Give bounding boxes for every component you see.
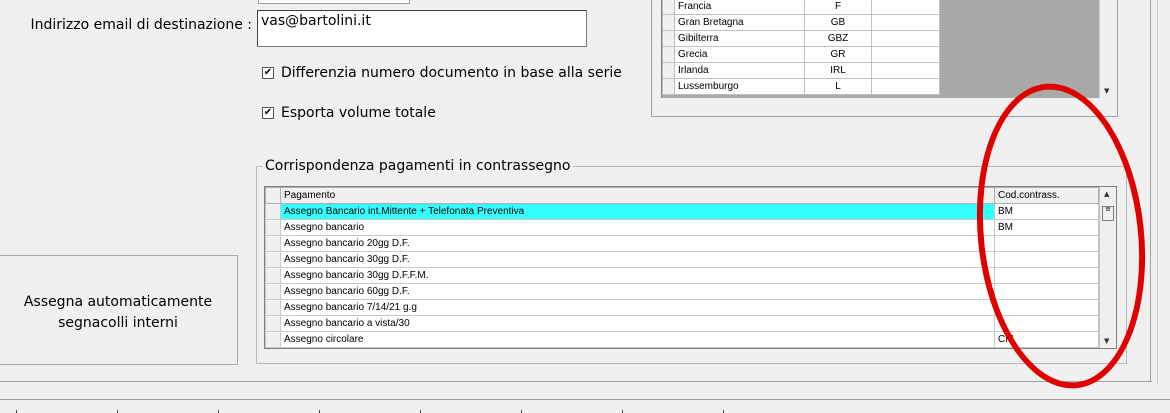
country-code[interactable]: GBZ <box>804 30 872 47</box>
scroll-thumb[interactable]: ≡ <box>1102 206 1114 221</box>
row-indicator <box>662 0 675 15</box>
email-label: Indirizzo email di destinazione : <box>30 17 252 33</box>
payment-row[interactable]: Assegno bancario 30gg D.F.F.M. <box>265 267 1099 284</box>
row-indicator <box>265 219 281 236</box>
row-indicator <box>265 251 281 268</box>
country-row[interactable]: Gran Bretagna GB <box>662 14 940 31</box>
checkbox-volume-row[interactable]: ✔ Esporta volume totale <box>262 105 436 121</box>
code-cell[interactable] <box>994 315 1099 332</box>
right-edge-panel <box>1157 0 1170 383</box>
row-indicator <box>662 78 675 95</box>
scroll-down-icon[interactable]: ▼ <box>1104 337 1109 345</box>
upper-field-stub <box>258 0 410 4</box>
row-indicator <box>265 283 281 300</box>
country-extra[interactable] <box>871 30 940 47</box>
assign-button-line1: Assegna automaticamente <box>23 294 213 310</box>
payment-row[interactable]: Assegno bancario 20gg D.F. <box>265 235 1099 252</box>
row-indicator <box>265 331 281 348</box>
row-indicator <box>265 299 281 316</box>
payment-row[interactable]: Assegno Bancario int.Mittente + Telefona… <box>265 203 1099 220</box>
email-field[interactable]: vas@bartolini.it <box>257 10 587 47</box>
country-name[interactable]: Lussemburgo <box>674 78 805 95</box>
code-cell[interactable] <box>994 267 1099 284</box>
code-cell[interactable] <box>994 299 1099 316</box>
payment-cell[interactable]: Assegno circolare <box>280 331 995 348</box>
payment-cell[interactable]: Assegno bancario a vista/30 <box>280 315 995 332</box>
payment-cell[interactable]: Assegno bancario 20gg D.F. <box>280 235 995 252</box>
code-cell[interactable]: BM <box>994 203 1099 220</box>
code-cell[interactable] <box>994 251 1099 268</box>
row-indicator <box>662 14 675 31</box>
country-row[interactable]: Irlanda IRL <box>662 62 940 79</box>
country-code[interactable]: IRL <box>804 62 872 79</box>
row-indicator <box>265 315 281 332</box>
country-extra[interactable] <box>871 14 940 31</box>
checkbox-series-label: Differenzia numero documento in base all… <box>281 65 622 81</box>
payments-table: Pagamento Cod.contrass. Assegno Bancario… <box>265 187 1099 348</box>
payment-cell[interactable]: Assegno bancario 30gg D.F. <box>280 251 995 268</box>
payment-row[interactable]: Assegno bancario BM <box>265 219 1099 236</box>
payment-cell[interactable]: Assegno Bancario int.Mittente + Telefona… <box>280 203 995 220</box>
checkbox-volume-label: Esporta volume totale <box>281 105 436 121</box>
scroll-down-icon[interactable]: ▼ <box>1104 87 1109 95</box>
code-cell[interactable]: BM <box>994 219 1099 236</box>
country-row[interactable]: Francia F <box>662 0 940 15</box>
payments-header-row: Pagamento Cod.contrass. <box>265 187 1099 204</box>
bottom-divider <box>0 381 1152 382</box>
assign-parcel-labels-button[interactable]: Assegna automaticamente segnacolli inter… <box>0 255 238 365</box>
payments-scrollbar[interactable]: ▲ ≡ ▼ <box>1099 187 1116 348</box>
country-extra[interactable] <box>871 78 940 95</box>
payments-group-title: Corrispondenza pagamenti in contrassegno <box>262 158 574 174</box>
country-name[interactable]: Grecia <box>674 46 805 63</box>
status-strip <box>0 399 1170 413</box>
country-grid: Francia F Gran Bretagna GB Gibilterra GBZ Grec… <box>661 0 1115 98</box>
country-code[interactable]: GR <box>804 46 872 63</box>
row-indicator <box>662 30 675 47</box>
country-row[interactable]: Gibilterra GBZ <box>662 30 940 47</box>
checkbox-series-row[interactable]: ✔ Differenzia numero documento in base a… <box>262 65 622 81</box>
country-extra[interactable] <box>871 46 940 63</box>
row-indicator <box>265 267 281 284</box>
checkbox-volume[interactable]: ✔ <box>262 107 274 119</box>
payment-row[interactable]: Assegno bancario 60gg D.F. <box>265 283 1099 300</box>
row-indicator-header <box>265 187 281 204</box>
country-name[interactable]: Gibilterra <box>674 30 805 47</box>
payments-grid: Pagamento Cod.contrass. Assegno Bancario… <box>264 186 1117 349</box>
country-code[interactable]: L <box>804 78 872 95</box>
country-row[interactable]: Lussemburgo L <box>662 78 940 95</box>
country-extra[interactable] <box>871 0 940 15</box>
country-name[interactable]: Irlanda <box>674 62 805 79</box>
column-header-payment[interactable]: Pagamento <box>280 187 995 204</box>
payment-cell[interactable]: Assegno bancario 30gg D.F.F.M. <box>280 267 995 284</box>
payment-cell[interactable]: Assegno bancario <box>280 219 995 236</box>
country-name[interactable]: Gran Bretagna <box>674 14 805 31</box>
checkbox-series[interactable]: ✔ <box>262 67 274 79</box>
country-code[interactable]: GB <box>804 14 872 31</box>
row-indicator <box>662 62 675 79</box>
assign-button-line2: segnacolli interni <box>58 315 178 331</box>
code-cell[interactable]: CM <box>994 331 1099 348</box>
country-table: Francia F Gran Bretagna GB Gibilterra GBZ Grec… <box>662 0 940 95</box>
row-indicator <box>662 46 675 63</box>
payment-row[interactable]: Assegno bancario 7/14/21 g.g <box>265 299 1099 316</box>
scroll-up-icon[interactable]: ▲ <box>1104 190 1109 198</box>
payment-row[interactable]: Assegno bancario a vista/30 <box>265 315 1099 332</box>
country-name[interactable]: Francia <box>674 0 805 15</box>
column-header-code[interactable]: Cod.contrass. <box>994 187 1099 204</box>
country-row[interactable]: Grecia GR <box>662 46 940 63</box>
window-inner-frame <box>1138 0 1151 382</box>
row-indicator <box>265 235 281 252</box>
code-cell[interactable] <box>994 283 1099 300</box>
payment-cell[interactable]: Assegno bancario 7/14/21 g.g <box>280 299 995 316</box>
country-scrollbar[interactable]: ▼ <box>1099 0 1115 98</box>
code-cell[interactable] <box>994 235 1099 252</box>
row-indicator <box>265 203 281 220</box>
payment-row[interactable]: Assegno bancario 30gg D.F. <box>265 251 1099 268</box>
country-extra[interactable] <box>871 62 940 79</box>
payment-cell[interactable]: Assegno bancario 60gg D.F. <box>280 283 995 300</box>
payment-row[interactable]: Assegno circolare CM <box>265 331 1099 348</box>
country-code[interactable]: F <box>804 0 872 15</box>
